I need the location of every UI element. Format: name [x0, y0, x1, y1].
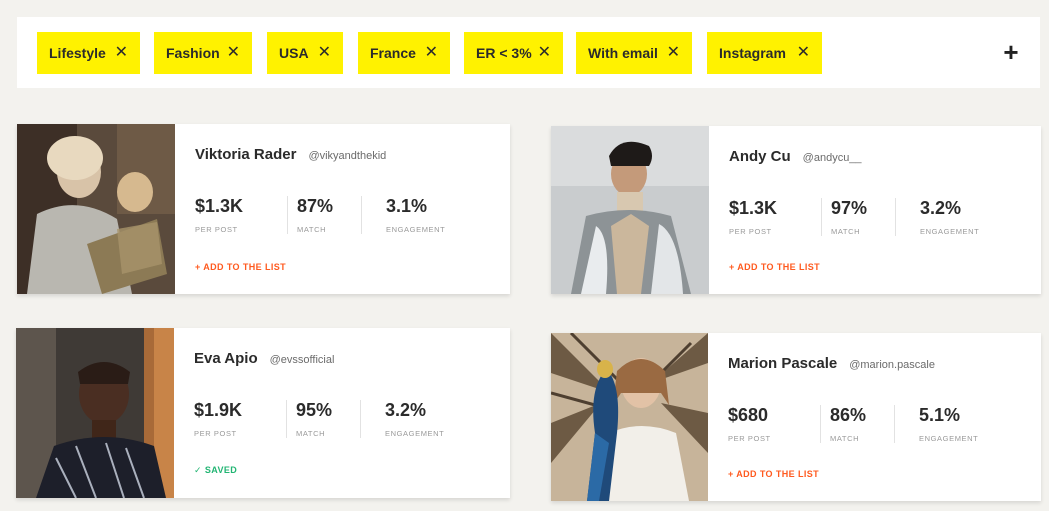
- influencer-card[interactable]: Marion Pascale @marion.pascale $680 PER …: [551, 333, 1041, 501]
- stats-row: $680 PER POST 86% MATCH 5.1% ENGAGEMENT: [728, 405, 1019, 443]
- stat-label: MATCH: [296, 429, 326, 438]
- divider: [360, 400, 361, 438]
- filter-chip-label: France: [370, 45, 416, 61]
- stat-per-post: $1.3K PER POST: [195, 196, 297, 234]
- stat-label: MATCH: [297, 225, 327, 234]
- influencer-card[interactable]: Eva Apio @evssofficial $1.9K PER POST 95…: [16, 328, 510, 498]
- stat-label: ENGAGEMENT: [919, 434, 979, 443]
- stats-row: $1.3K PER POST 87% MATCH 3.1% ENGAGEMENT: [195, 196, 486, 234]
- divider: [895, 198, 896, 236]
- name-row: Viktoria Rader @vikyandthekid: [195, 146, 386, 163]
- stat-label: ENGAGEMENT: [920, 227, 980, 236]
- stat-match: 87% MATCH: [287, 196, 386, 234]
- stat-value: 86%: [830, 405, 867, 425]
- filter-bar: Lifestyle ✕ Fashion ✕ USA ✕ France ✕ ER …: [17, 17, 1040, 88]
- close-icon[interactable]: ✕: [425, 45, 438, 61]
- filter-chip-er[interactable]: ER < 3% ✕: [464, 32, 563, 74]
- name-row: Andy Cu @andycu__: [729, 148, 862, 165]
- filter-chip-fashion[interactable]: Fashion ✕: [154, 32, 252, 74]
- divider: [894, 405, 895, 443]
- filter-chip-label: ER < 3%: [476, 45, 532, 61]
- stat-per-post: $1.3K PER POST: [729, 198, 831, 236]
- stat-value: 3.1%: [386, 196, 428, 216]
- avatar: [16, 328, 174, 498]
- filter-chip-with-email[interactable]: With email ✕: [576, 32, 692, 74]
- influencer-handle[interactable]: @andycu__: [803, 152, 862, 164]
- influencer-name[interactable]: Viktoria Rader: [195, 146, 296, 163]
- influencer-name[interactable]: Marion Pascale: [728, 355, 837, 372]
- stat-value: 87%: [297, 196, 334, 216]
- influencer-info: Andy Cu @andycu__ $1.3K PER POST 97% MAT…: [709, 126, 1041, 294]
- divider: [286, 400, 287, 438]
- stat-label: PER POST: [728, 434, 771, 443]
- stat-label: MATCH: [830, 434, 860, 443]
- influencer-card[interactable]: Viktoria Rader @vikyandthekid $1.3K PER …: [17, 124, 510, 294]
- stats-row: $1.9K PER POST 95% MATCH 3.2% ENGAGEMENT: [194, 400, 485, 438]
- add-to-list-button[interactable]: + ADD TO THE LIST: [195, 262, 286, 272]
- stat-per-post: $680 PER POST: [728, 405, 830, 443]
- filter-chip-france[interactable]: France ✕: [358, 32, 450, 74]
- filter-chip-usa[interactable]: USA ✕: [267, 32, 343, 74]
- add-to-list-button[interactable]: + ADD TO THE LIST: [728, 469, 819, 479]
- divider: [821, 198, 822, 236]
- stat-value: $1.9K: [194, 400, 243, 420]
- add-to-list-button[interactable]: + ADD TO THE LIST: [729, 262, 820, 272]
- stat-label: PER POST: [194, 429, 237, 438]
- stat-per-post: $1.9K PER POST: [194, 400, 296, 438]
- stat-value: $1.3K: [195, 196, 244, 216]
- filter-chip-label: With email: [588, 45, 658, 61]
- name-row: Eva Apio @evssofficial: [194, 350, 334, 367]
- stat-value: $680: [728, 405, 769, 425]
- stat-engagement: 3.2% ENGAGEMENT: [895, 198, 1020, 236]
- influencer-handle[interactable]: @evssofficial: [270, 354, 335, 366]
- divider: [287, 196, 288, 234]
- stat-value: $1.3K: [729, 198, 778, 218]
- filter-chip-label: Instagram: [719, 45, 786, 61]
- stat-value: 3.2%: [920, 198, 962, 218]
- stat-engagement: 5.1% ENGAGEMENT: [894, 405, 1019, 443]
- add-filter-button[interactable]: +: [1001, 37, 1021, 67]
- divider: [361, 196, 362, 234]
- stat-label: ENGAGEMENT: [386, 225, 446, 234]
- stat-value: 97%: [831, 198, 868, 218]
- close-icon[interactable]: ✕: [667, 45, 680, 61]
- stat-label: PER POST: [195, 225, 238, 234]
- influencer-name[interactable]: Andy Cu: [729, 148, 791, 165]
- filter-chip-label: USA: [279, 45, 309, 61]
- avatar: [17, 124, 175, 294]
- close-icon[interactable]: ✕: [538, 45, 551, 61]
- close-icon[interactable]: ✕: [115, 45, 128, 61]
- stat-engagement: 3.2% ENGAGEMENT: [360, 400, 485, 438]
- close-icon[interactable]: ✕: [318, 45, 331, 61]
- filter-chip-lifestyle[interactable]: Lifestyle ✕: [37, 32, 140, 74]
- stat-label: ENGAGEMENT: [385, 429, 445, 438]
- stat-label: PER POST: [729, 227, 772, 236]
- stats-row: $1.3K PER POST 97% MATCH 3.2% ENGAGEMENT: [729, 198, 1020, 236]
- name-row: Marion Pascale @marion.pascale: [728, 355, 935, 372]
- influencer-handle[interactable]: @marion.pascale: [849, 359, 935, 371]
- influencer-info: Eva Apio @evssofficial $1.9K PER POST 95…: [174, 328, 510, 498]
- filter-chip-instagram[interactable]: Instagram ✕: [707, 32, 822, 74]
- stat-value: 5.1%: [919, 405, 961, 425]
- divider: [820, 405, 821, 443]
- avatar: [551, 126, 709, 294]
- stat-value: 95%: [296, 400, 333, 420]
- filter-chip-label: Fashion: [166, 45, 220, 61]
- saved-status[interactable]: ✓ SAVED: [194, 465, 237, 476]
- stat-engagement: 3.1% ENGAGEMENT: [361, 196, 486, 234]
- influencer-name[interactable]: Eva Apio: [194, 350, 258, 367]
- influencer-info: Viktoria Rader @vikyandthekid $1.3K PER …: [175, 124, 510, 294]
- stat-value: 3.2%: [385, 400, 427, 420]
- stat-match: 95% MATCH: [286, 400, 385, 438]
- stat-match: 97% MATCH: [821, 198, 920, 236]
- close-icon[interactable]: ✕: [227, 45, 240, 61]
- influencer-card[interactable]: Andy Cu @andycu__ $1.3K PER POST 97% MAT…: [551, 126, 1041, 294]
- influencer-info: Marion Pascale @marion.pascale $680 PER …: [708, 333, 1041, 501]
- influencer-handle[interactable]: @vikyandthekid: [308, 150, 386, 162]
- filter-chip-label: Lifestyle: [49, 45, 106, 61]
- avatar: [551, 333, 708, 501]
- stat-match: 86% MATCH: [820, 405, 919, 443]
- stat-label: MATCH: [831, 227, 861, 236]
- close-icon[interactable]: ✕: [797, 45, 810, 61]
